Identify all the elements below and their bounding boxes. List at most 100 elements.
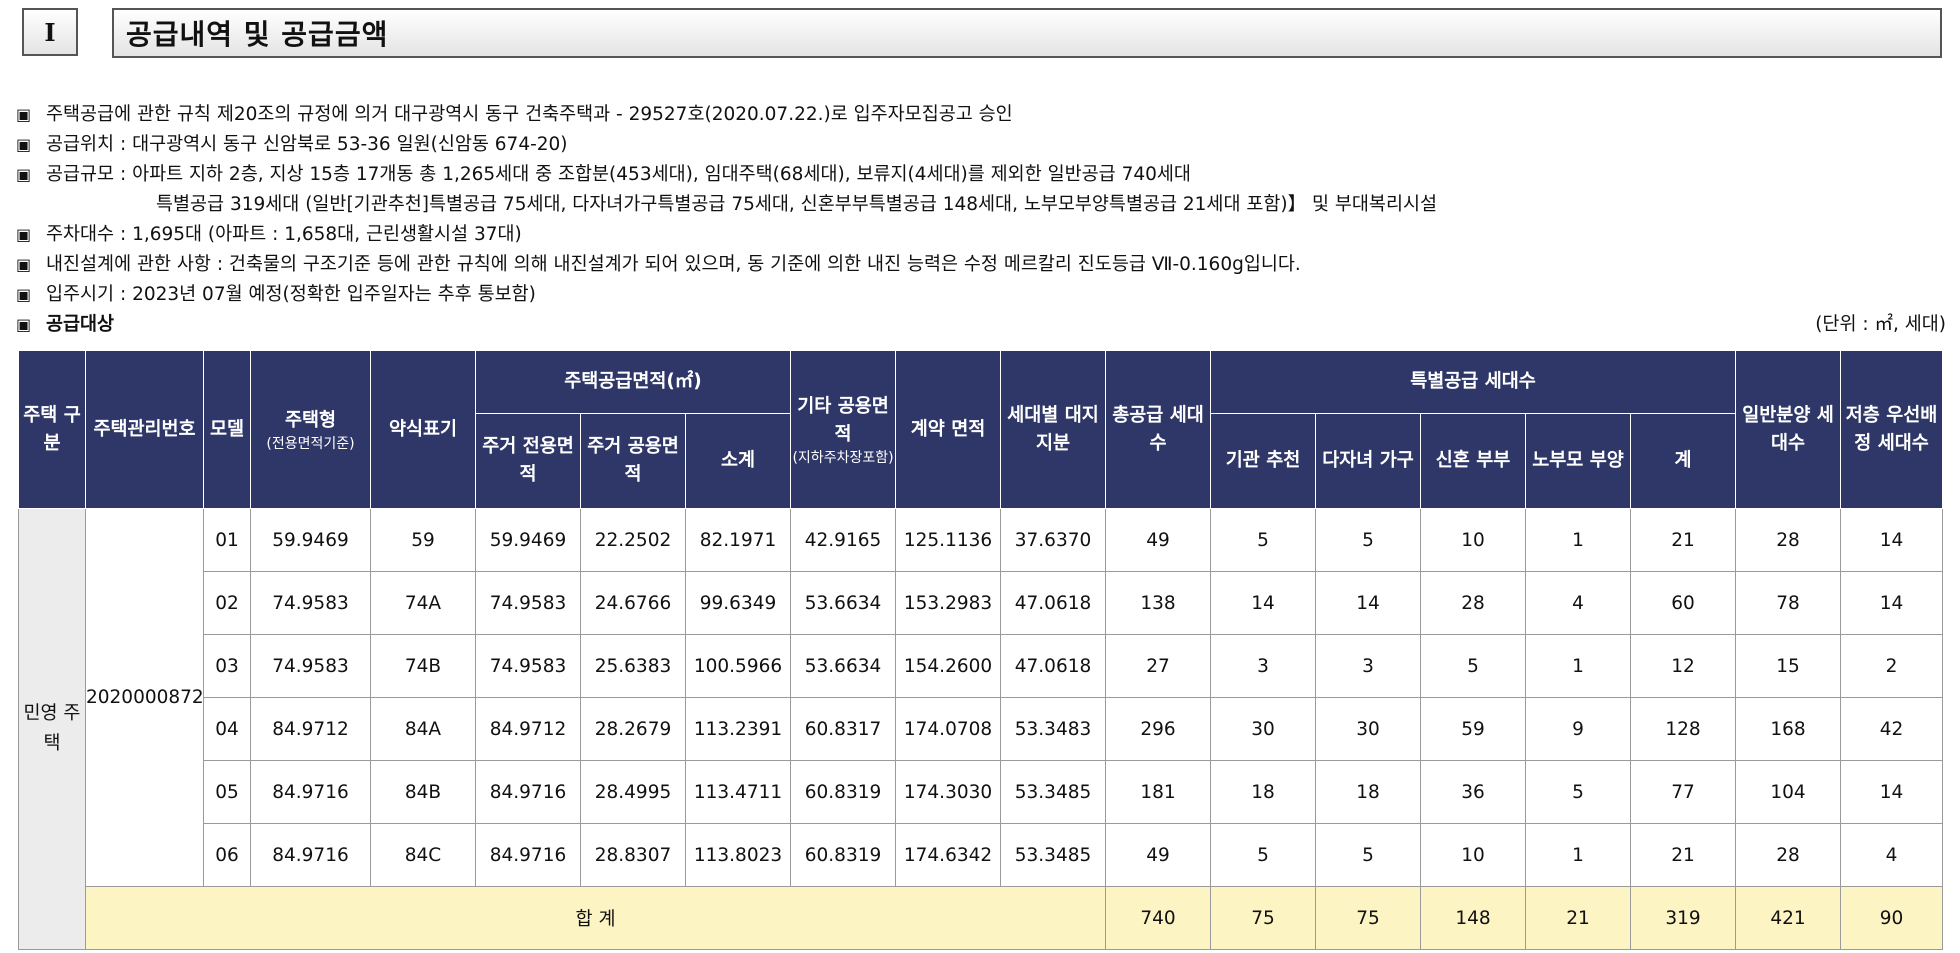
cell-low: 4 xyxy=(1840,823,1943,887)
cell-newly: 10 xyxy=(1420,823,1527,887)
cell-newly: 36 xyxy=(1420,760,1527,824)
square-bullet-icon: ▣ xyxy=(16,315,32,334)
note-item-continued: 특별공급 319세대 (일반[기관추천]특별공급 75세대, 다자녀가구특별공급… xyxy=(16,190,1946,220)
cell-land: 47.0618 xyxy=(1000,634,1107,698)
cell-house-type: 84.9716 xyxy=(250,760,371,824)
cell-low: 14 xyxy=(1840,760,1943,824)
cell-contract: 153.2983 xyxy=(895,571,1002,635)
cell-common: 25.6383 xyxy=(580,634,686,698)
total-row: 합 계 740 75 75 148 21 319 421 90 xyxy=(19,886,1943,950)
cell-land: 47.0618 xyxy=(1000,571,1107,635)
cell-model: 05 xyxy=(203,760,251,824)
header-low-floor: 저층 우선배정 세대수 xyxy=(1840,350,1943,509)
cell-house-type: 84.9712 xyxy=(250,697,371,761)
cell-low: 14 xyxy=(1840,571,1943,635)
header-general-units: 일반분양 세대수 xyxy=(1735,350,1842,509)
cell-inst: 3 xyxy=(1210,634,1317,698)
square-bullet-icon: ▣ xyxy=(16,135,32,154)
cell-elder: 1 xyxy=(1525,823,1632,887)
cell-subtotal: 82.1971 xyxy=(684,508,792,572)
cell-short: 84A xyxy=(370,697,476,761)
table-row: 05 84.9716 84B 84.9716 28.4995 113.4711 … xyxy=(19,760,1943,824)
cell-newly: 5 xyxy=(1420,634,1527,698)
notes-list: ▣ 주택공급에 관한 규칙 제20조의 규정에 의거 대구광역시 동구 건축주택과… xyxy=(16,100,1946,340)
cell-exclusive: 84.9716 xyxy=(475,760,581,824)
cell-contract: 125.1136 xyxy=(895,508,1002,572)
cell-common: 28.2679 xyxy=(580,697,686,761)
cell-common: 24.6766 xyxy=(580,571,686,635)
cell-subtotal: 113.8023 xyxy=(684,823,792,887)
cell-exclusive: 74.9583 xyxy=(475,571,581,635)
cell-land: 53.3485 xyxy=(1000,823,1107,887)
cell-short: 74B xyxy=(370,634,476,698)
cell-low: 14 xyxy=(1840,508,1943,572)
note-item: ▣ 주차대수 : 1,695대 (아파트 : 1,658대, 근린생활시설 37대… xyxy=(16,220,1946,250)
cell-other: 42.9165 xyxy=(790,508,897,572)
cell-general: 78 xyxy=(1735,571,1842,635)
cell-sp-sum: 60 xyxy=(1630,571,1737,635)
total-inst: 75 xyxy=(1210,886,1317,950)
cell-contract: 174.6342 xyxy=(895,823,1002,887)
cell-inst: 30 xyxy=(1210,697,1317,761)
header-special-sum: 계 xyxy=(1630,413,1737,509)
supply-table: 주택 구분 주택관리번호 모델 주택형 (전용면적기준) 약식표기 주택공급면적(… xyxy=(18,350,1943,950)
cell-subtotal: 113.2391 xyxy=(684,697,792,761)
cell-multi: 18 xyxy=(1315,760,1422,824)
header-subtotal: 소계 xyxy=(684,413,792,509)
total-elder: 21 xyxy=(1525,886,1632,950)
note-item: ▣ 공급위치 : 대구광역시 동구 신암북로 53-36 일원(신암동 674-2… xyxy=(16,130,1946,160)
cell-contract: 174.3030 xyxy=(895,760,1002,824)
cell-exclusive: 74.9583 xyxy=(475,634,581,698)
note-text: 내진설계에 관한 사항 : 건축물의 구조기준 등에 관한 규칙에 의해 내진설… xyxy=(46,254,1301,275)
total-low: 90 xyxy=(1840,886,1943,950)
table-body: 민영 주택 2020000872 01 59.9469 59 59.9469 2… xyxy=(18,508,1943,950)
section-number: Ⅰ xyxy=(22,8,78,56)
cell-newly: 28 xyxy=(1420,571,1527,635)
header-total-units: 총공급 세대수 xyxy=(1105,350,1212,509)
note-item: ▣ 내진설계에 관한 사항 : 건축물의 구조기준 등에 관한 규칙에 의해 내진… xyxy=(16,250,1946,280)
header-common-area: 주거 공용면적 xyxy=(580,413,686,509)
cell-short: 74A xyxy=(370,571,476,635)
cell-land: 53.3483 xyxy=(1000,697,1107,761)
total-general: 421 xyxy=(1735,886,1842,950)
cell-model: 03 xyxy=(203,634,251,698)
cell-multi: 5 xyxy=(1315,508,1422,572)
cell-inst: 18 xyxy=(1210,760,1317,824)
square-bullet-icon: ▣ xyxy=(16,105,32,124)
cell-short: 84C xyxy=(370,823,476,887)
cell-house-type: 59.9469 xyxy=(250,508,371,572)
cell-general: 104 xyxy=(1735,760,1842,824)
cell-house-type: 74.9583 xyxy=(250,634,371,698)
header-housing-type: 주택 구분 xyxy=(18,350,86,509)
cell-newly: 10 xyxy=(1420,508,1527,572)
cell-other: 60.8317 xyxy=(790,697,897,761)
cell-inst: 5 xyxy=(1210,508,1317,572)
cell-total: 49 xyxy=(1105,823,1212,887)
header-land-share: 세대별 대지지분 xyxy=(1000,350,1107,509)
header-mgmt-no: 주택관리번호 xyxy=(85,350,204,509)
cell-inst: 5 xyxy=(1210,823,1317,887)
cell-general: 168 xyxy=(1735,697,1842,761)
table-row: 02 74.9583 74A 74.9583 24.6766 99.6349 5… xyxy=(19,571,1943,635)
cell-low: 42 xyxy=(1840,697,1943,761)
header-model: 모델 xyxy=(203,350,251,509)
header-house-type-sub: (전용면적기준) xyxy=(266,435,355,452)
cell-common: 28.4995 xyxy=(580,760,686,824)
table-row: 06 84.9716 84C 84.9716 28.8307 113.8023 … xyxy=(19,823,1943,887)
header-house-type-label: 주택형 xyxy=(284,409,337,431)
cell-elder: 4 xyxy=(1525,571,1632,635)
cell-subtotal: 100.5966 xyxy=(684,634,792,698)
cell-newly: 59 xyxy=(1420,697,1527,761)
cell-total: 49 xyxy=(1105,508,1212,572)
cell-sp-sum: 21 xyxy=(1630,823,1737,887)
cell-model: 01 xyxy=(203,508,251,572)
cell-land: 53.3485 xyxy=(1000,760,1107,824)
header-newlywed: 신혼 부부 xyxy=(1420,413,1527,509)
cell-common: 28.8307 xyxy=(580,823,686,887)
total-newly: 148 xyxy=(1420,886,1527,950)
header-elderly: 노부모 부양 xyxy=(1525,413,1632,509)
note-text: 주택공급에 관한 규칙 제20조의 규정에 의거 대구광역시 동구 건축주택과 … xyxy=(46,104,1013,125)
square-bullet-icon: ▣ xyxy=(16,165,32,184)
note-item: ▣ 입주시기 : 2023년 07월 예정(정확한 입주일자는 추후 통보함) xyxy=(16,280,1946,310)
cell-multi: 30 xyxy=(1315,697,1422,761)
